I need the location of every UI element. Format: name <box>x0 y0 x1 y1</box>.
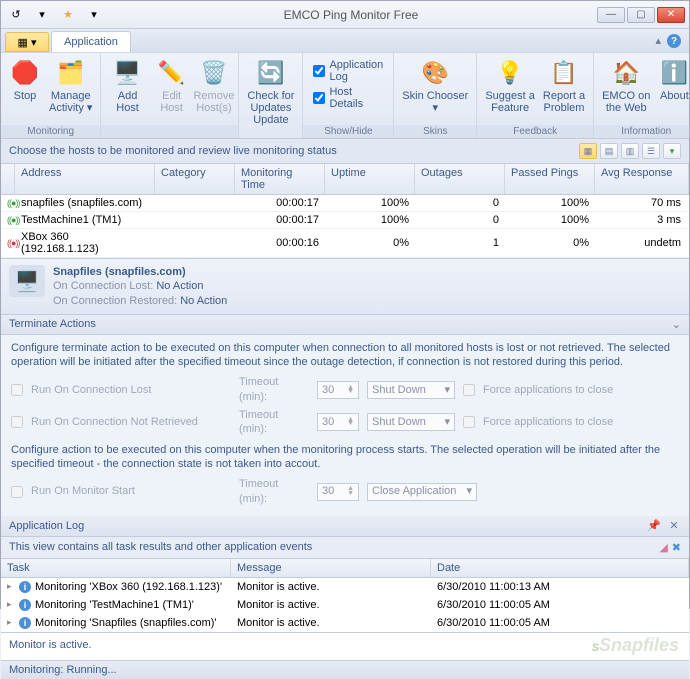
info-icon: i <box>19 581 31 593</box>
skin-icon: 🎨 <box>419 57 451 89</box>
group-showhide: Show/Hide <box>303 125 393 138</box>
table-row[interactable]: ((●))snapfiles (snapfiles.com)00:00:1710… <box>1 195 689 212</box>
log-col-message[interactable]: Message <box>231 559 431 577</box>
log-row[interactable]: ▸iMonitoring 'TestMachine1 (TM1)'Monitor… <box>1 596 689 614</box>
manage-icon: 🗂️ <box>55 57 87 89</box>
applog-header: Application Log 📌 ✕ <box>1 516 689 537</box>
terminate-panel: Configure terminate action to be execute… <box>1 335 689 516</box>
qat-dropdown2[interactable]: ▾ <box>83 5 105 25</box>
host-name: Snapfiles (snapfiles.com) <box>53 265 227 279</box>
skin-chooser-button[interactable]: 🎨 Skin Chooser ▾ <box>398 55 472 116</box>
run-on-start-check <box>11 486 23 498</box>
action-notret-combo: Shut Down▾ <box>367 413 455 431</box>
expand-icon[interactable]: ▸ <box>7 581 15 592</box>
col-avg-response[interactable]: Avg Response <box>595 164 689 194</box>
status-message-panel: Monitor is active. SSnapfiles <box>1 632 689 660</box>
edit-host-button: ✏️ Edit Host <box>150 55 194 116</box>
stop-icon: 🛑 <box>9 57 41 89</box>
manage-activity-button[interactable]: 🗂️ Manage Activity ▾ <box>45 55 96 116</box>
applog-pin-icon[interactable]: 📌 <box>647 519 661 533</box>
col-category[interactable]: Category <box>155 164 235 194</box>
group-skins: Skins <box>394 125 476 138</box>
tab-application[interactable]: Application <box>51 31 131 52</box>
hosts-subheader: Choose the hosts to be monitored and rev… <box>1 139 689 164</box>
action-start-combo: Close Application▾ <box>367 483 477 501</box>
edit-host-icon: ✏️ <box>156 57 188 89</box>
view-tool-2[interactable]: ▤ <box>600 143 618 159</box>
expand-icon[interactable]: ▸ <box>7 617 15 628</box>
ribbon-min-icon[interactable]: ▴ <box>655 34 661 48</box>
title-bar: ↺ ▾ ★ ▾ EMCO Ping Monitor Free — ▢ ✕ <box>1 1 689 29</box>
toggle-app-log[interactable]: Application Log <box>313 59 383 83</box>
applog-erase-icon[interactable]: ◢ <box>659 541 667 554</box>
web-icon: 🏠 <box>610 57 642 89</box>
timeout-start-spin: 30▲▼ <box>317 483 359 501</box>
watermark: SSnapfiles <box>592 635 679 656</box>
report-icon: 📋 <box>548 57 580 89</box>
terminate-header[interactable]: Terminate Actions ⌄ <box>1 315 689 335</box>
log-row[interactable]: ▸iMonitoring 'XBox 360 (192.168.1.123)'M… <box>1 578 689 596</box>
close-button[interactable]: ✕ <box>657 7 685 23</box>
force-close-2 <box>463 416 475 428</box>
ribbon: 🛑 Stop 🗂️ Manage Activity ▾ Monitoring 🖥… <box>1 53 689 139</box>
group-feedback: Feedback <box>477 125 593 138</box>
qat-dropdown[interactable]: ▾ <box>31 5 53 25</box>
view-grid-button[interactable]: ▦ <box>579 143 597 159</box>
check-updates-button[interactable]: 🔄 Check for Updates Update <box>243 55 298 128</box>
host-detail-panel: 🖥️ Snapfiles (snapfiles.com) On Connecti… <box>1 258 689 315</box>
remove-hosts-button: 🗑️ Remove Host(s) <box>194 55 235 116</box>
col-address[interactable]: Address <box>15 164 155 194</box>
toggle-host-details[interactable]: Host Details <box>313 86 383 110</box>
chevron-down-icon: ⌄ <box>672 318 681 331</box>
status-bar: Monitoring: Running... <box>1 660 689 679</box>
host-icon: 🖥️ <box>9 265 45 297</box>
minimize-button[interactable]: — <box>597 7 625 23</box>
qat-undo[interactable]: ↺ <box>5 5 27 25</box>
qat-favorite[interactable]: ★ <box>57 5 79 25</box>
view-tool-3[interactable]: ▥ <box>621 143 639 159</box>
col-monitoring-time[interactable]: Monitoring Time <box>235 164 325 194</box>
window-title: EMCO Ping Monitor Free <box>105 8 597 22</box>
col-passed-pings[interactable]: Passed Pings <box>505 164 595 194</box>
applog-close-icon[interactable]: ✕ <box>667 519 681 533</box>
add-host-button[interactable]: 🖥️ Add Host <box>105 55 149 116</box>
suggest-icon: 💡 <box>494 57 526 89</box>
about-icon: ℹ️ <box>658 57 690 89</box>
action-lost-combo: Shut Down▾ <box>367 381 455 399</box>
tab-strip: ▦ ▾ Application ▴ ? <box>1 29 689 53</box>
remove-host-icon: 🗑️ <box>198 57 230 89</box>
table-row[interactable]: ((●))TestMachine1 (TM1)00:00:17100%0100%… <box>1 212 689 229</box>
update-icon: 🔄 <box>255 57 287 89</box>
emco-web-button[interactable]: 🏠 EMCO on the Web <box>598 55 654 116</box>
add-host-icon: 🖥️ <box>112 57 144 89</box>
timeout-lost-spin: 30▲▼ <box>317 381 359 399</box>
home-tab-button[interactable]: ▦ ▾ <box>5 32 49 52</box>
group-information: Information <box>594 125 690 138</box>
info-icon: i <box>19 599 31 611</box>
maximize-button[interactable]: ▢ <box>627 7 655 23</box>
report-problem-button[interactable]: 📋 Report a Problem <box>539 55 589 116</box>
table-row[interactable]: ((●))XBox 360 (192.168.1.123)00:00:160%1… <box>1 229 689 258</box>
force-close-1 <box>463 384 475 396</box>
stop-button[interactable]: 🛑 Stop <box>5 55 45 104</box>
info-icon: i <box>19 617 31 629</box>
group-monitoring: Monitoring <box>1 125 100 138</box>
log-row[interactable]: ▸iMonitoring 'Snapfiles (snapfiles.com)'… <box>1 614 689 632</box>
log-col-date[interactable]: Date <box>431 559 689 577</box>
help-icon[interactable]: ? <box>667 34 681 48</box>
run-on-notret-check <box>11 416 23 428</box>
about-button[interactable]: ℹ️ About <box>654 55 690 104</box>
applog-clear-icon[interactable]: ✖ <box>672 541 681 554</box>
applog-subheader: This view contains all task results and … <box>1 537 689 559</box>
run-on-lost-check <box>11 384 23 396</box>
view-dropdown[interactable]: ▾ <box>663 143 681 159</box>
suggest-feature-button[interactable]: 💡 Suggest a Feature <box>481 55 539 116</box>
timeout-notret-spin: 30▲▼ <box>317 413 359 431</box>
view-tool-4[interactable]: ☰ <box>642 143 660 159</box>
log-col-task[interactable]: Task <box>1 559 231 577</box>
col-uptime[interactable]: Uptime <box>325 164 415 194</box>
col-outages[interactable]: Outages <box>415 164 505 194</box>
hosts-grid: Address Category Monitoring Time Uptime … <box>1 164 689 258</box>
